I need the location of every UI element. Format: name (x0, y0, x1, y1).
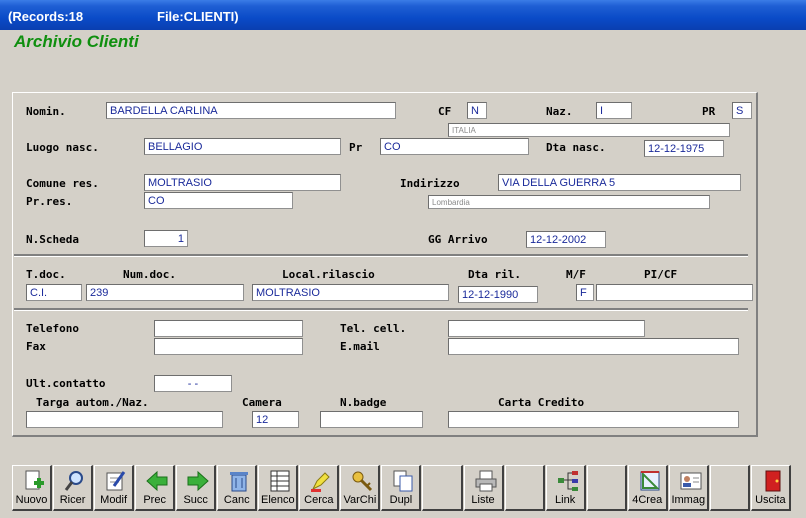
picf-field[interactable] (596, 284, 753, 301)
camera-field[interactable]: 12 (252, 411, 299, 428)
succ-button[interactable]: Succ (176, 465, 217, 511)
separator (14, 254, 748, 257)
local-rilascio-label: Local.rilascio (282, 268, 375, 281)
cerca-button[interactable]: Cerca (299, 465, 340, 511)
carta-credito-label: Carta Credito (498, 396, 585, 409)
ult-contatto-field[interactable]: - - (154, 375, 232, 392)
naz-field[interactable]: I (596, 102, 632, 119)
naz-label: Naz. (546, 105, 573, 118)
local-rilascio-field[interactable]: MOLTRASIO (252, 284, 449, 301)
carta-credito-field[interactable] (448, 411, 739, 428)
luogo-nasc-field[interactable]: BELLAGIO (144, 138, 341, 155)
telefono-field[interactable] (154, 320, 303, 337)
nscheda-field[interactable]: 1 (144, 230, 188, 247)
trash-icon (230, 472, 249, 492)
indirizzo-label: Indirizzo (400, 177, 460, 190)
pr-label: PR (702, 105, 716, 118)
link-button[interactable]: Link (545, 465, 586, 511)
empty-button[interactable] (422, 465, 463, 511)
nuovo-button[interactable]: Nuovo (12, 465, 53, 511)
mf-field[interactable]: F (576, 284, 594, 301)
numdoc-field[interactable]: 239 (86, 284, 244, 301)
cf-field[interactable]: N (467, 102, 487, 119)
tel-cell-field[interactable] (448, 320, 645, 337)
tdoc-field[interactable]: C.I. (26, 284, 82, 301)
email-field[interactable] (448, 338, 739, 355)
id-card-icon (680, 472, 702, 490)
edit-icon (106, 471, 126, 491)
records-count: (Records:18 (8, 9, 84, 24)
nbadge-label: N.badge (340, 396, 387, 409)
dta-ril-field[interactable]: 12-12-1990 (458, 286, 538, 303)
numdoc-label: Num.doc. (123, 268, 176, 281)
camera-label: Camera (242, 396, 282, 409)
title-bar: (Records:18 File:CLIENTI) (0, 0, 806, 30)
nbadge-field[interactable] (320, 411, 423, 428)
nazione-info: ITALIA (448, 123, 730, 137)
ult-contatto-label: Ult.contatto (26, 377, 106, 390)
mf-label: M/F (566, 268, 586, 281)
cf-label: CF (438, 105, 452, 118)
file-name: File:CLIENTI) (157, 9, 239, 24)
search-icon (64, 471, 84, 491)
list-icon (270, 470, 290, 492)
gg-arrivo-label: GG Arrivo (428, 233, 488, 246)
drafting-icon (640, 471, 660, 491)
regione-info: Lombardia (428, 195, 710, 209)
prov-nasc-field[interactable]: CO (380, 138, 529, 155)
exit-door-icon (765, 470, 781, 492)
nomin-field[interactable]: BARDELLA CARLINA (106, 102, 396, 119)
liste-button[interactable]: Liste (463, 465, 504, 511)
dta-nasc-label: Dta nasc. (546, 141, 606, 154)
ricer-button[interactable]: Ricer (53, 465, 94, 511)
arrow-right-icon (187, 470, 209, 492)
comune-res-label: Comune res. (26, 177, 99, 190)
comune-res-field[interactable]: MOLTRASIO (144, 174, 341, 191)
dta-nasc-field[interactable]: 12-12-1975 (644, 140, 724, 157)
prec-button[interactable]: Prec (135, 465, 176, 511)
pr-field[interactable]: S (732, 102, 752, 119)
targa-label: Targa autom./Naz. (36, 396, 149, 409)
prres-label: Pr.res. (26, 195, 73, 208)
printer-icon (475, 470, 497, 492)
empty-button[interactable] (504, 465, 545, 511)
telefono-label: Telefono (26, 322, 79, 335)
fax-label: Fax (26, 340, 46, 353)
tel-cell-label: Tel. cell. (340, 322, 407, 335)
empty-button[interactable] (709, 465, 750, 511)
duplicate-icon (393, 470, 413, 492)
toolbar: Nuovo Ricer Modif Prec Succ Canc Elenco … (12, 465, 792, 513)
empty-button[interactable] (586, 465, 627, 511)
fax-field[interactable] (154, 338, 303, 355)
separator (14, 308, 748, 311)
arrow-left-icon (146, 470, 168, 492)
uscita-button[interactable]: Uscita (750, 465, 791, 511)
picf-label: PI/CF (644, 268, 678, 281)
page-title: Archivio Clienti (14, 32, 139, 51)
varchi-button[interactable]: VarChi (340, 465, 381, 511)
elenco-button[interactable]: Elenco (258, 465, 299, 511)
highlighter-icon (311, 472, 331, 492)
prres-field[interactable]: CO (144, 192, 293, 209)
indirizzo-field[interactable]: VIA DELLA GUERRA 5 (498, 174, 741, 191)
targa-field[interactable] (26, 411, 223, 428)
prov-nasc-label: Pr (349, 141, 363, 154)
nomin-label: Nomin. (26, 105, 66, 118)
dupl-button[interactable]: Dupl (381, 465, 422, 511)
gg-arrivo-field[interactable]: 12-12-2002 (526, 231, 606, 248)
dta-ril-label: Dta ril. (468, 268, 521, 281)
crea-button[interactable]: 4Crea (627, 465, 668, 511)
key-icon (352, 471, 373, 492)
canc-button[interactable]: Canc (217, 465, 258, 511)
tdoc-label: T.doc. (26, 268, 66, 281)
email-label: E.mail (340, 340, 380, 353)
new-document-icon (25, 470, 44, 490)
nscheda-label: N.Scheda (26, 233, 79, 246)
modif-button[interactable]: Modif (94, 465, 135, 511)
network-icon (557, 471, 578, 491)
luogo-nasc-label: Luogo nasc. (26, 141, 99, 154)
immag-button[interactable]: Immag (668, 465, 709, 511)
